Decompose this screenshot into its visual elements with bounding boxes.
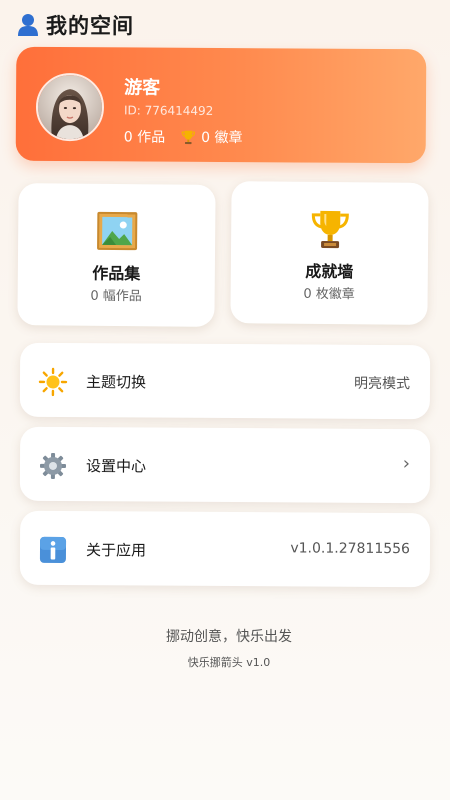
profile-card[interactable]: 游客 ID: 776414492 0 作品 0 徽章 xyxy=(15,46,427,164)
theme-toggle-row[interactable]: 主题切换 明亮模式 xyxy=(19,342,431,420)
avatar[interactable] xyxy=(35,72,105,142)
sun-icon xyxy=(38,367,68,397)
footer-slogan: 挪动创意，快乐出发 xyxy=(166,629,292,645)
trophy-icon xyxy=(308,208,352,250)
footer-version: 快乐挪箭头 v1.0 xyxy=(187,656,271,669)
portfolio-title: 作品集 xyxy=(92,263,141,284)
framed-picture-icon xyxy=(95,210,139,252)
achievement-count: 0 枚徽章 xyxy=(303,286,355,303)
trophy-icon xyxy=(181,129,196,144)
settings-center-row[interactable]: 设置中心 › xyxy=(19,426,431,504)
profile-id: ID: 776414492 xyxy=(123,103,214,118)
portfolio-count: 0 幅作品 xyxy=(90,288,142,305)
user-icon xyxy=(16,12,40,38)
settings-center-label: 设置中心 xyxy=(85,457,147,476)
info-icon xyxy=(38,535,68,565)
gear-icon xyxy=(38,451,68,481)
about-app-row[interactable]: 关于应用 v1.0.1.27811556 xyxy=(19,510,431,588)
portfolio-tile[interactable]: 作品集 0 幅作品 xyxy=(17,183,216,327)
achievement-tile[interactable]: 成就墙 0 枚徽章 xyxy=(230,181,429,325)
achievement-title: 成就墙 xyxy=(305,261,354,282)
page-title: 我的空间 xyxy=(46,14,134,38)
theme-mode-value: 明亮模式 xyxy=(353,375,411,393)
theme-toggle-label: 主题切换 xyxy=(85,373,147,392)
page-header: 我的空间 xyxy=(16,10,134,40)
badges-count: 0 徽章 xyxy=(201,129,243,147)
works-count: 0 作品 xyxy=(123,129,166,146)
about-app-label: 关于应用 xyxy=(85,541,147,560)
app-version-value: v1.0.1.27811556 xyxy=(290,540,411,558)
profile-name: 游客 xyxy=(124,77,161,99)
profile-stats: 0 作品 0 徽章 xyxy=(124,126,243,147)
chevron-right-icon: › xyxy=(402,453,411,475)
